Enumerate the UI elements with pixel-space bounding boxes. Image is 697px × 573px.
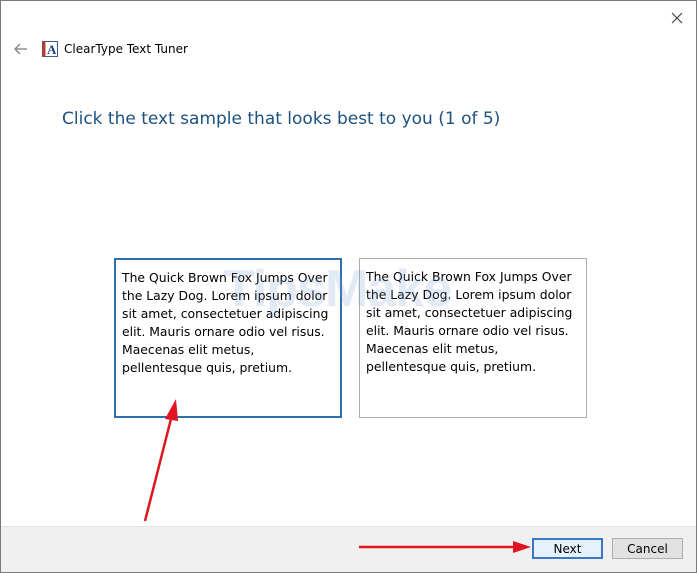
- title-bar: A ClearType Text Tuner: [13, 41, 188, 57]
- close-icon: [671, 12, 683, 24]
- instruction-heading: Click the text sample that looks best to…: [62, 109, 501, 129]
- cancel-button[interactable]: Cancel: [612, 538, 683, 559]
- button-bar: Next Cancel: [1, 526, 696, 572]
- sample-line: sit amet, consectetuer adipiscing: [366, 305, 573, 320]
- cleartype-app-icon: A: [42, 41, 58, 57]
- annotation-overlay: [143, 399, 531, 553]
- text-sample-1[interactable]: The Quick Brown Fox Jumps Over the Lazy …: [114, 258, 342, 418]
- back-arrow-icon: [14, 43, 27, 55]
- sample-line: Maecenas elit metus,: [366, 341, 499, 356]
- sample-line: the Lazy Dog. Lorem ipsum dolor: [366, 287, 572, 302]
- sample-line: the Lazy Dog. Lorem ipsum dolor: [122, 288, 328, 303]
- back-button[interactable]: [13, 41, 29, 57]
- sample-line: The Quick Brown Fox Jumps Over: [366, 269, 572, 284]
- sample-line: pellentesque quis, pretium.: [366, 359, 537, 374]
- app-title: ClearType Text Tuner: [64, 42, 188, 56]
- cleartype-tuner-window: A ClearType Text Tuner Click the text sa…: [0, 0, 697, 573]
- sample-line: elit. Mauris ornare odio vel risus.: [122, 324, 325, 339]
- sample-line: pellentesque quis, pretium.: [122, 360, 293, 375]
- sample-line: elit. Mauris ornare odio vel risus.: [366, 323, 569, 338]
- sample-line: sit amet, consectetuer adipiscing: [122, 306, 329, 321]
- sample-line: Maecenas elit metus,: [122, 342, 255, 357]
- close-button[interactable]: [664, 7, 690, 29]
- next-button[interactable]: Next: [532, 538, 603, 559]
- text-sample-2[interactable]: The Quick Brown Fox Jumps Over the Lazy …: [359, 258, 587, 418]
- svg-text:A: A: [47, 42, 57, 57]
- sample-line: The Quick Brown Fox Jumps Over: [122, 270, 328, 285]
